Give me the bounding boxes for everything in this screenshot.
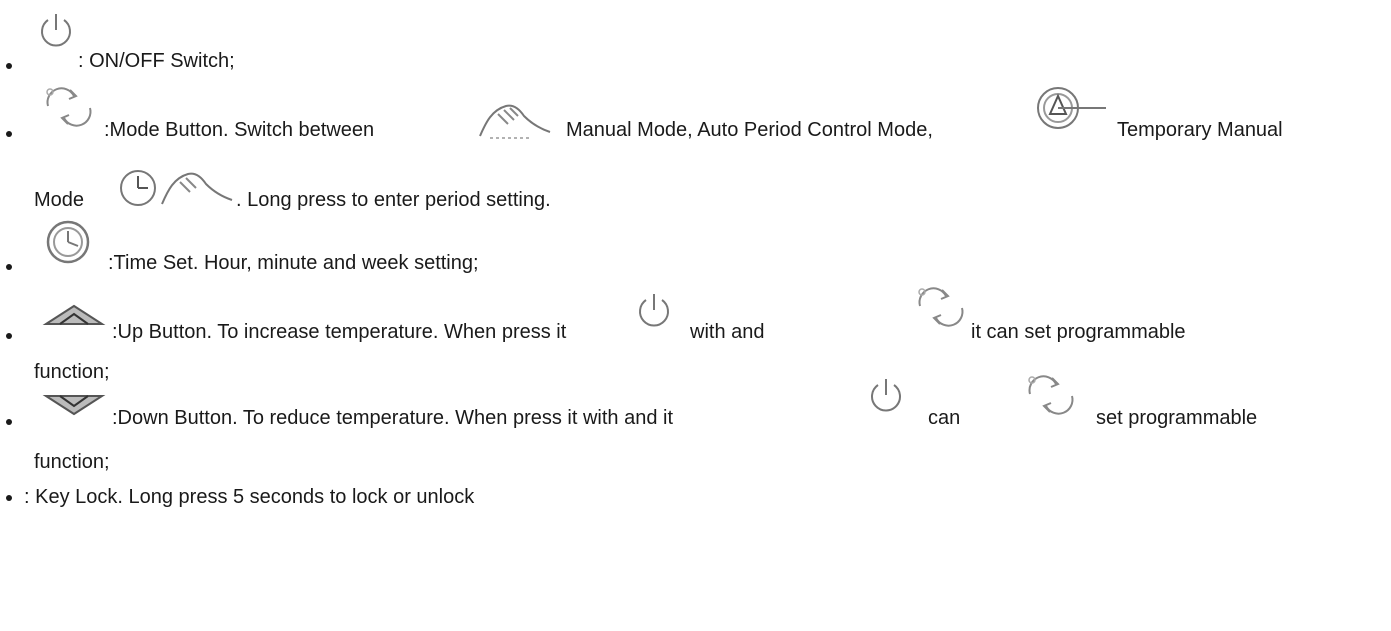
bullet (6, 333, 12, 339)
power-icon (38, 10, 74, 50)
item-text: :Down Button. To reduce temperature. Whe… (112, 407, 674, 429)
bullet (6, 63, 12, 69)
power-icon (868, 375, 904, 415)
bullet (6, 264, 12, 270)
item-text: Temporary Manual (1117, 119, 1283, 141)
item-text: Mode (34, 189, 85, 211)
item-text: . Long press to enter period setting. (236, 189, 551, 211)
down-arrow-icon (42, 394, 108, 416)
item-text: :Up Button. To increase temperature. Whe… (112, 321, 567, 343)
mode-cycle-icon (912, 284, 970, 330)
manual-hand-icon (468, 100, 558, 144)
up-arrow-icon (42, 304, 108, 328)
auto-period-icon (1028, 84, 1110, 134)
item-text: function; (34, 451, 110, 473)
clock-icon (40, 220, 100, 266)
item-text: it can set programmable (971, 321, 1186, 343)
bullet (6, 419, 12, 425)
item-text: set programmable (1096, 407, 1258, 429)
mode-cycle-icon (40, 84, 98, 130)
item-text: : ON/OFF Switch; (78, 50, 235, 72)
item-text: : Key Lock. Long press 5 seconds to lock… (24, 486, 475, 508)
bullet (6, 131, 12, 137)
mode-cycle-icon (1022, 372, 1080, 418)
bullet (6, 495, 12, 501)
item-text: with and (690, 321, 765, 343)
item-text: function; (34, 361, 110, 383)
power-icon (636, 290, 672, 330)
temporary-manual-icon (116, 164, 234, 214)
item-text: can (928, 407, 961, 429)
item-text: :Time Set. Hour, minute and week setting… (108, 252, 479, 274)
item-text: Manual Mode, Auto Period Control Mode, (566, 119, 933, 141)
item-text: :Mode Button. Switch between (104, 119, 375, 141)
